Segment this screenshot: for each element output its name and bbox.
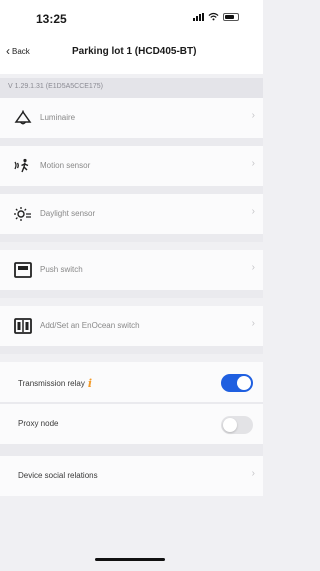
chevron-right-icon: › (251, 468, 255, 479)
divider (0, 346, 263, 354)
transmission-relay-label: Transmission relay i (18, 377, 92, 390)
proxy-node-toggle[interactable] (221, 416, 253, 434)
home-indicator (95, 558, 165, 561)
motion-sensor-icon (14, 158, 29, 173)
row-luminaire[interactable]: Luminaire › (0, 98, 263, 138)
wifi-icon (208, 12, 219, 21)
row-proxy-node: Proxy node (0, 404, 263, 444)
enocean-switch-icon (14, 318, 32, 334)
cellular-signal-icon (193, 12, 204, 21)
status-icons (193, 12, 239, 21)
row-push-switch[interactable]: Push switch › (0, 250, 263, 290)
page-title: Parking lot 1 (HCD405-BT) (72, 46, 197, 57)
back-label: Back (12, 46, 30, 56)
push-switch-icon (14, 262, 32, 278)
transmission-relay-text: Transmission relay (18, 379, 85, 388)
divider (0, 290, 263, 298)
version-text: V 1.29.1.31 (E1D5A5CCE175) (8, 83, 103, 90)
battery-icon (223, 12, 239, 21)
toggle-knob (237, 376, 251, 390)
row-daylight-sensor[interactable]: Daylight sensor › (0, 194, 263, 234)
lamp-icon (14, 110, 32, 125)
chevron-right-icon: › (251, 110, 255, 121)
status-bar: 13:25 (0, 0, 263, 34)
row-enocean-switch[interactable]: Add/Set an EnOcean switch › (0, 306, 263, 346)
chevron-right-icon: › (251, 206, 255, 217)
transmission-relay-toggle[interactable] (221, 374, 253, 392)
chevron-right-icon: › (251, 262, 255, 273)
version-header: V 1.29.1.31 (E1D5A5CCE175) (0, 78, 263, 98)
chevron-right-icon: › (251, 318, 255, 329)
chevron-right-icon: › (251, 158, 255, 169)
row-label-luminaire: Luminaire (40, 113, 76, 122)
row-label-enocean-switch: Add/Set an EnOcean switch (40, 321, 140, 330)
nav-bar: ‹ Back Parking lot 1 (HCD405-BT) (0, 34, 263, 74)
row-label-push-switch: Push switch (40, 265, 83, 274)
chevron-left-icon: ‹ (6, 44, 10, 58)
divider (0, 444, 263, 456)
status-time: 13:25 (36, 12, 67, 26)
info-icon[interactable]: i (88, 377, 92, 390)
row-device-social-relations[interactable]: Device social relations › (0, 456, 263, 496)
row-transmission-relay: Transmission relay i (0, 362, 263, 402)
divider (0, 234, 263, 242)
screen: 13:25 ‹ Back Parking lot 1 (HCD405-BT) V… (0, 0, 263, 571)
proxy-node-label: Proxy node (18, 419, 59, 428)
row-motion-sensor[interactable]: Motion sensor › (0, 146, 263, 186)
device-social-relations-label: Device social relations (18, 471, 98, 480)
row-label-daylight-sensor: Daylight sensor (40, 209, 96, 218)
divider (0, 186, 263, 194)
toggle-knob (223, 418, 237, 432)
back-button[interactable]: ‹ Back (6, 44, 30, 58)
divider (0, 138, 263, 146)
row-label-motion-sensor: Motion sensor (40, 161, 91, 170)
daylight-sensor-icon (14, 207, 31, 221)
